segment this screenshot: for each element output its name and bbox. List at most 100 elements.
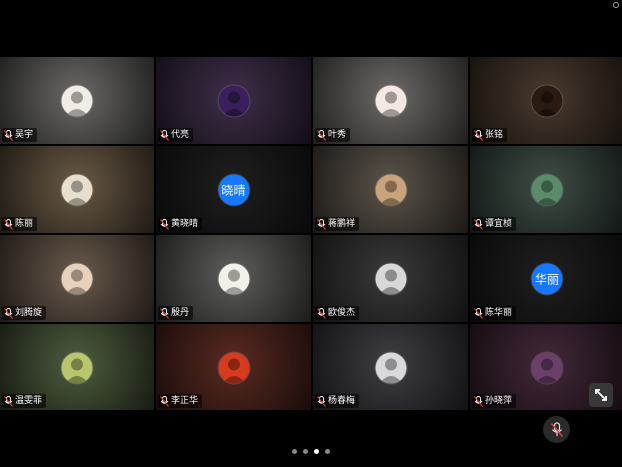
participant-tile[interactable]: 殷丹 [156, 235, 311, 322]
participant-tile[interactable]: 晓晴黄晓晴 [156, 146, 311, 233]
participant-avatar [375, 263, 406, 295]
participant-name: 陈丽 [15, 219, 34, 229]
participant-name-label: 谭宜桢 [472, 217, 517, 231]
participant-name: 李正华 [171, 396, 199, 406]
page-indicator[interactable] [292, 449, 330, 454]
woman-in-suit-photo [379, 358, 402, 384]
microphone-muted-icon [317, 307, 326, 319]
avatar-initials: 晓晴 [221, 183, 246, 198]
participant-name-label: 刘腾旋 [2, 306, 47, 320]
participant-name-label: 欧俊杰 [315, 306, 360, 320]
participant-avatar [531, 174, 563, 206]
participant-tile[interactable]: 刘腾旋 [0, 235, 154, 322]
participant-tile[interactable]: 叶秀 [313, 57, 468, 144]
participant-name-label: 黄晓晴 [158, 217, 203, 231]
participant-name: 欧俊杰 [328, 308, 356, 318]
outdoor-person-photo [535, 180, 559, 206]
participant-avatar [218, 352, 249, 384]
participant-name: 温雯菲 [15, 396, 43, 406]
participant-tile[interactable]: 温雯菲 [0, 324, 154, 410]
participant-tile[interactable]: 蒋鹏祥 [313, 146, 468, 233]
participant-tile[interactable]: 张铭 [470, 57, 622, 144]
microphone-muted-icon [160, 129, 169, 141]
participant-tile[interactable]: 吴宇 [0, 57, 154, 144]
microphone-muted-icon [474, 129, 483, 141]
participant-name: 孙晓萍 [485, 396, 513, 406]
participant-avatar [375, 174, 406, 206]
participant-avatar [61, 352, 93, 384]
participant-tile[interactable]: 李正华 [156, 324, 311, 410]
microphone-muted-icon [474, 218, 483, 230]
expand-arrow-icon [595, 389, 607, 401]
participant-name: 杨春梅 [328, 396, 356, 406]
wood-texture [379, 180, 402, 206]
participant-tile[interactable]: 杨春梅 [313, 324, 468, 410]
participant-avatar: 晓晴 [218, 174, 249, 206]
microphone-muted-icon [4, 395, 13, 407]
participant-name-label: 代亮 [158, 128, 194, 142]
participant-name: 殷丹 [171, 308, 190, 318]
participant-name-label: 张铭 [472, 128, 508, 142]
microphone-muted-icon [474, 307, 483, 319]
participant-name: 叶秀 [328, 130, 347, 140]
participant-name-label: 温雯菲 [2, 394, 47, 408]
participant-avatar [61, 174, 93, 206]
microphone-muted-icon [160, 307, 169, 319]
microphone-muted-icon [317, 129, 326, 141]
calligraphy-logo [535, 91, 559, 117]
page-dot[interactable] [303, 449, 308, 454]
participant-name-label: 吴宇 [2, 128, 38, 142]
participant-avatar [218, 85, 249, 117]
participant-avatar [531, 85, 563, 117]
participant-avatar [375, 85, 406, 117]
participant-name-label: 陈华丽 [472, 306, 517, 320]
participant-name-label: 李正华 [158, 394, 203, 408]
text-logo [222, 269, 245, 295]
avatar-initials: 华丽 [534, 272, 559, 287]
participant-grid: 吴宇 代亮 叶秀 张铭 陈丽 晓晴 黄晓晴 蒋鹏祥 谭宜桢 刘腾旋 殷丹 欧俊杰 华丽 陈华丽 温雯菲 李正华… [0, 57, 622, 410]
page-dot[interactable] [325, 449, 330, 454]
participant-name: 代亮 [171, 130, 190, 140]
participant-name-label: 叶秀 [315, 128, 351, 142]
man-in-suit-photo [379, 269, 402, 295]
microphone-muted-icon [4, 129, 13, 141]
participant-avatar [218, 263, 249, 295]
fullscreen-button[interactable] [589, 383, 613, 407]
microphone-muted-icon [160, 395, 169, 407]
participant-name-label: 殷丹 [158, 306, 194, 320]
red-flowers-photo [222, 358, 245, 384]
person-photo [222, 91, 245, 117]
page-dot[interactable] [292, 449, 297, 454]
sunset-photo [535, 358, 559, 384]
participant-avatar [375, 352, 406, 384]
microphone-muted-icon [317, 395, 326, 407]
woman-photo [379, 91, 402, 117]
participant-name: 蒋鹏祥 [328, 219, 356, 229]
sailboat-drawing [65, 180, 89, 206]
microphone-muted-icon [160, 218, 169, 230]
microphone-muted-icon [4, 218, 13, 230]
microphone-muted-icon [474, 395, 483, 407]
participant-tile[interactable]: 陈丽 [0, 146, 154, 233]
participant-name: 陈华丽 [485, 308, 513, 318]
participant-name: 黄晓晴 [171, 219, 199, 229]
microphone-toggle-button[interactable] [543, 416, 570, 443]
microphone-muted-icon [317, 218, 326, 230]
hamster-photo [65, 269, 89, 295]
participant-name-label: 杨春梅 [315, 394, 360, 408]
participant-tile[interactable]: 谭宜桢 [470, 146, 622, 233]
page-dot[interactable] [314, 449, 319, 454]
flower-field-photo [65, 358, 89, 384]
participant-name: 谭宜桢 [485, 219, 513, 229]
participant-avatar: 华丽 [531, 263, 563, 295]
participant-name: 张铭 [485, 130, 504, 140]
microphone-muted-icon [550, 421, 563, 437]
participant-tile[interactable]: 欧俊杰 [313, 235, 468, 322]
window-corner-indicator [613, 2, 619, 8]
participant-name-label: 陈丽 [2, 217, 38, 231]
participant-tile[interactable]: 华丽陈华丽 [470, 235, 622, 322]
participant-avatar [61, 85, 93, 117]
participant-name: 吴宇 [15, 130, 34, 140]
participant-tile[interactable]: 代亮 [156, 57, 311, 144]
participant-name-label: 孙晓萍 [472, 394, 517, 408]
